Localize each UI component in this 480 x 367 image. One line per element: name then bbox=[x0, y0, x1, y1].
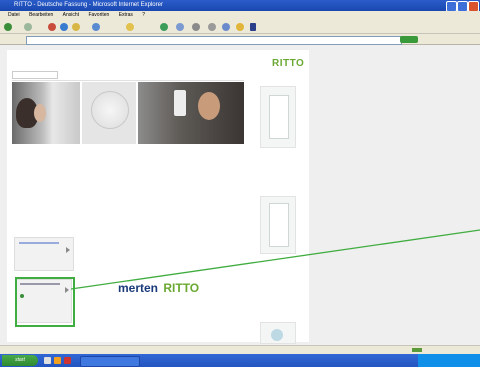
product-panel-1[interactable] bbox=[260, 86, 296, 148]
taskbar: start bbox=[0, 354, 480, 367]
callout-connector bbox=[70, 229, 480, 290]
system-tray bbox=[418, 354, 480, 367]
quicklaunch-icon-2[interactable] bbox=[54, 357, 61, 364]
logo-ritto: RITTO bbox=[163, 281, 200, 295]
zone-icon bbox=[412, 348, 422, 352]
merten-ritto-logo: merten RITTO bbox=[118, 281, 199, 295]
product-panel-3[interactable] bbox=[260, 322, 296, 344]
product-panel-2[interactable] bbox=[260, 196, 296, 254]
quicklaunch-icon-3[interactable] bbox=[64, 357, 71, 364]
taskbar-window-button[interactable] bbox=[80, 356, 140, 367]
statusbar bbox=[0, 345, 480, 354]
quicklaunch-icon-1[interactable] bbox=[44, 357, 51, 364]
logo-merten: merten bbox=[118, 281, 159, 295]
start-button[interactable]: start bbox=[2, 355, 38, 366]
